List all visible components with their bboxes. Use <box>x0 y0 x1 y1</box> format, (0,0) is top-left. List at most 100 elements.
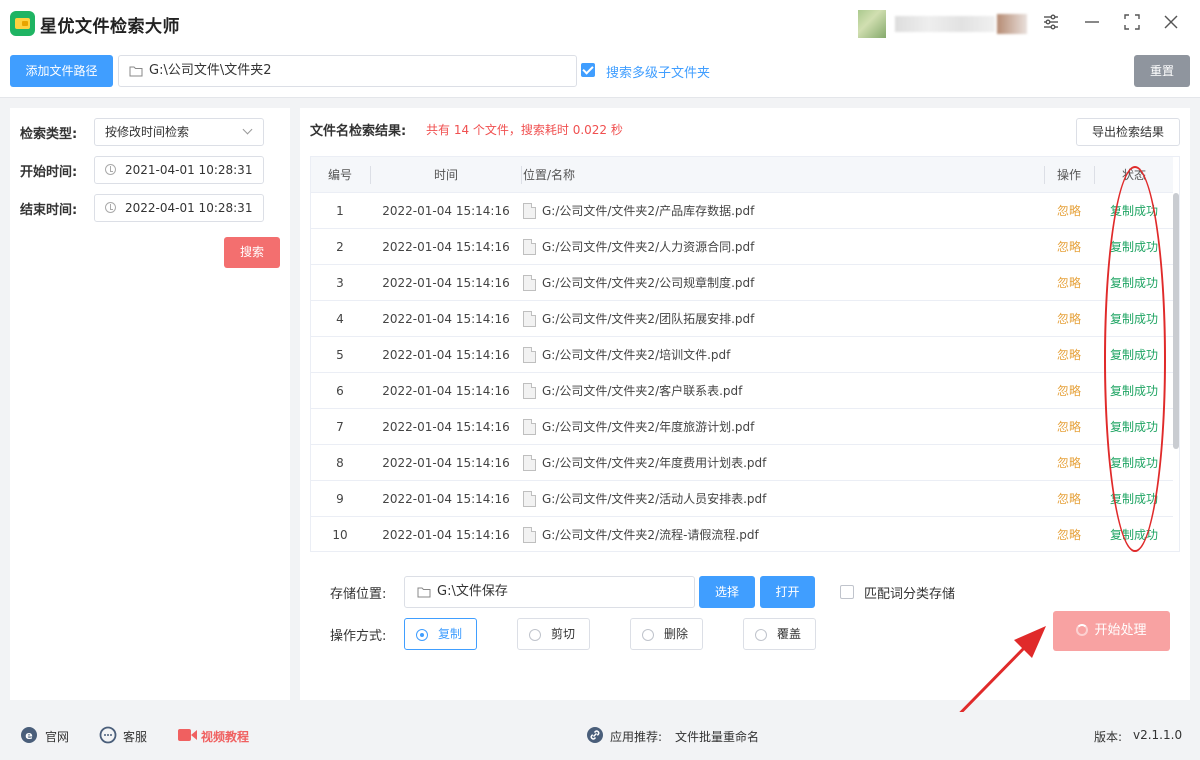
results-summary: 共有 14 个文件，搜索耗时 0.022 秒 <box>426 123 623 137</box>
row-path: G:/公司文件/文件夹2/流程-请假流程.pdf <box>523 517 1043 551</box>
footer: e 官网 客服 视频教程 应用推荐: 文件批量重命名 版本: v2.1.1.0 <box>0 712 1200 760</box>
row-ignore-action[interactable]: 忽略 <box>1045 373 1093 409</box>
column-header-action: 操作 <box>1056 168 1081 182</box>
row-path: G:/公司文件/文件夹2/团队拓展安排.pdf <box>523 301 1043 337</box>
reset-button[interactable]: 重置 <box>1134 55 1190 87</box>
column-header-time: 时间 <box>433 168 458 182</box>
radio-dot <box>755 629 767 641</box>
row-ignore-action[interactable]: 忽略 <box>1045 229 1093 265</box>
table-scrollbar[interactable] <box>1173 193 1179 449</box>
radio-option-overwrite[interactable]: 覆盖 <box>743 618 816 650</box>
row-path-text: G:/公司文件/文件夹2/培训文件.pdf <box>542 348 731 362</box>
row-ignore-action[interactable]: 忽略 <box>1045 481 1093 517</box>
row-path: G:/公司文件/文件夹2/人力资源合同.pdf <box>523 229 1043 265</box>
file-icon <box>523 274 536 291</box>
end-time-label: 结束时间: <box>20 203 78 218</box>
row-path-text: G:/公司文件/文件夹2/年度费用计划表.pdf <box>542 456 767 470</box>
row-ignore-action[interactable]: 忽略 <box>1045 265 1093 301</box>
close-icon[interactable] <box>1160 12 1182 34</box>
minimize-icon[interactable] <box>1081 12 1103 34</box>
start-time-picker[interactable]: 2021-04-01 10:28:31 <box>94 156 264 184</box>
row-time: 2022-01-04 15:14:16 <box>382 312 510 326</box>
file-icon <box>523 382 536 399</box>
row-ignore-action[interactable]: 忽略 <box>1045 337 1093 373</box>
table-row[interactable]: 6 2022-01-04 15:14:16 G:/公司文件/文件夹2/客户联系表.p… <box>311 373 1173 409</box>
row-ignore-action[interactable]: 忽略 <box>1045 193 1093 229</box>
row-number: 9 <box>336 492 344 506</box>
add-path-button[interactable]: 添加文件路径 <box>10 55 113 87</box>
storage-path-input[interactable]: G:\文件保存 <box>404 576 695 608</box>
start-processing-label: 开始处理 <box>1094 623 1147 638</box>
footer-recommend-label: 应用推荐: <box>610 730 663 744</box>
footer-version-label: 版本: <box>1094 730 1123 744</box>
row-number: 8 <box>336 456 344 470</box>
app-title: 星优文件检索大师 <box>40 17 180 37</box>
storage-location-label: 存储位置: <box>330 587 387 602</box>
radio-option-label: 删除 <box>664 627 689 641</box>
subfolder-checkbox-label[interactable]: 搜索多级子文件夹 <box>606 62 710 81</box>
table-row[interactable]: 9 2022-01-04 15:14:16 G:/公司文件/文件夹2/活动人员安排表… <box>311 481 1173 517</box>
radio-dot <box>642 629 654 641</box>
export-results-button[interactable]: 导出检索结果 <box>1076 118 1180 146</box>
results-title: 文件名检索结果: <box>310 124 407 139</box>
search-type-value: 按修改时间检索 <box>105 125 190 139</box>
table-row[interactable]: 10 2022-01-04 15:14:16 G:/公司文件/文件夹2/流程-请假流… <box>311 517 1173 551</box>
row-path-text: G:/公司文件/文件夹2/人力资源合同.pdf <box>542 240 755 254</box>
radio-dot <box>529 629 541 641</box>
row-time: 2022-01-04 15:14:16 <box>382 348 510 362</box>
search-type-select[interactable]: 按修改时间检索 <box>94 118 264 146</box>
file-icon <box>523 454 536 471</box>
table-row[interactable]: 5 2022-01-04 15:14:16 G:/公司文件/文件夹2/培训文件.pd… <box>311 337 1173 373</box>
results-table: 编号 时间 位置/名称 操作 状态 1 2022-01-04 15:14:16 G:… <box>310 156 1180 552</box>
svg-text:e: e <box>25 729 32 742</box>
footer-support-link[interactable]: 客服 <box>123 728 147 745</box>
maximize-icon[interactable] <box>1121 12 1143 34</box>
path-input-value: G:\公司文件\文件夹2 <box>149 63 272 78</box>
select-folder-button[interactable]: 选择 <box>699 576 755 608</box>
row-time: 2022-01-04 15:14:16 <box>382 276 510 290</box>
table-row[interactable]: 7 2022-01-04 15:14:16 G:/公司文件/文件夹2/年度旅游计划.… <box>311 409 1173 445</box>
footer-website-link[interactable]: 官网 <box>45 728 69 745</box>
table-row[interactable]: 8 2022-01-04 15:14:16 G:/公司文件/文件夹2/年度费用计划表… <box>311 445 1173 481</box>
table-row[interactable]: 3 2022-01-04 15:14:16 G:/公司文件/文件夹2/公司规章制度.… <box>311 265 1173 301</box>
row-path-text: G:/公司文件/文件夹2/客户联系表.pdf <box>542 384 743 398</box>
table-row[interactable]: 4 2022-01-04 15:14:16 G:/公司文件/文件夹2/团队拓展安排.… <box>311 301 1173 337</box>
table-header: 编号 时间 位置/名称 操作 状态 <box>311 157 1173 193</box>
match-classify-label[interactable]: 匹配词分类存储 <box>864 583 955 602</box>
support-chat-icon <box>99 726 117 744</box>
start-time-label: 开始时间: <box>20 165 78 180</box>
start-processing-button[interactable]: 开始处理 <box>1053 611 1170 651</box>
row-ignore-action[interactable]: 忽略 <box>1045 301 1093 337</box>
path-input[interactable]: G:\公司文件\文件夹2 <box>118 55 577 87</box>
row-ignore-action[interactable]: 忽略 <box>1045 517 1093 551</box>
title-bar: 星优文件检索大师 <box>0 0 1200 46</box>
start-time-value: 2021-04-01 10:28:31 <box>125 163 253 177</box>
radio-option-copy[interactable]: 复制 <box>404 618 477 650</box>
row-path: G:/公司文件/文件夹2/产品库存数据.pdf <box>523 193 1043 229</box>
row-ignore-action[interactable]: 忽略 <box>1045 445 1093 481</box>
end-time-picker[interactable]: 2022-04-01 10:28:31 <box>94 194 264 222</box>
row-ignore-action[interactable]: 忽略 <box>1045 409 1093 445</box>
footer-recommend-app-link[interactable]: 文件批量重命名 <box>675 728 759 745</box>
row-time: 2022-01-04 15:14:16 <box>382 384 510 398</box>
radio-option-delete[interactable]: 删除 <box>630 618 703 650</box>
table-row[interactable]: 2 2022-01-04 15:14:16 G:/公司文件/文件夹2/人力资源合同.… <box>311 229 1173 265</box>
user-avatar[interactable] <box>858 10 886 38</box>
settings-sliders-icon[interactable] <box>1040 12 1062 34</box>
file-icon <box>523 418 536 435</box>
row-path: G:/公司文件/文件夹2/年度旅游计划.pdf <box>523 409 1043 445</box>
website-e-icon: e <box>21 727 37 743</box>
operation-mode-label: 操作方式: <box>330 629 387 644</box>
row-time: 2022-01-04 15:14:16 <box>382 528 510 542</box>
search-button[interactable]: 搜索 <box>224 237 280 268</box>
open-folder-button[interactable]: 打开 <box>760 576 815 608</box>
file-icon <box>523 238 536 255</box>
end-time-value: 2022-04-01 10:28:31 <box>125 201 253 215</box>
row-time: 2022-01-04 15:14:16 <box>382 204 510 218</box>
row-path-text: G:/公司文件/文件夹2/产品库存数据.pdf <box>542 204 755 218</box>
radio-option-cut[interactable]: 剪切 <box>517 618 590 650</box>
subfolder-checkbox[interactable] <box>581 63 595 77</box>
footer-video-tutorial-link[interactable]: 视频教程 <box>201 728 249 745</box>
table-row[interactable]: 1 2022-01-04 15:14:16 G:/公司文件/文件夹2/产品库存数据.… <box>311 193 1173 229</box>
match-classify-checkbox[interactable] <box>840 585 854 599</box>
